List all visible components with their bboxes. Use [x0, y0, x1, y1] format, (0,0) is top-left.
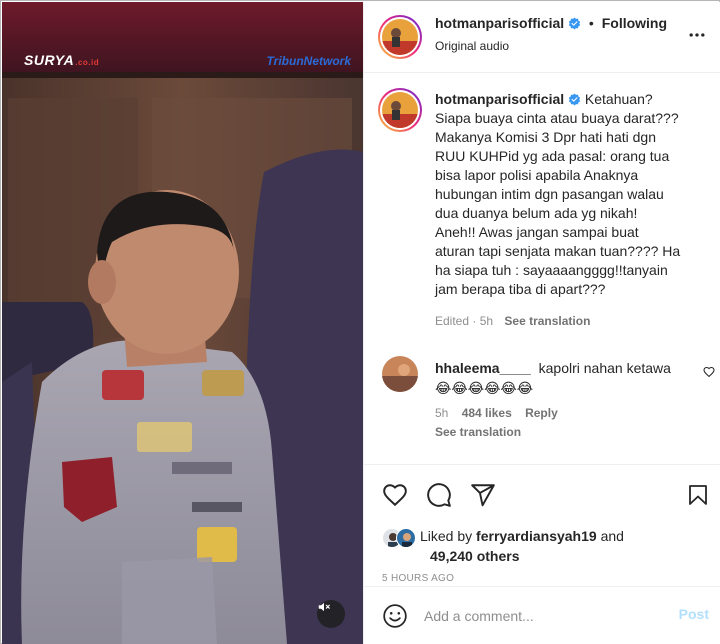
avatar-image: [397, 529, 415, 547]
header-avatar-ring[interactable]: [378, 15, 422, 59]
post-header: hotmanparisofficial • Following Original…: [364, 2, 720, 73]
caption-see-translation[interactable]: See translation: [504, 314, 590, 328]
add-comment-bar: Post: [364, 586, 720, 644]
emoji-icon: [383, 604, 407, 628]
reply-age: 5h: [435, 406, 449, 420]
verified-badge-icon: [568, 93, 581, 106]
header-username-row: hotmanparisofficial • Following: [435, 15, 667, 31]
video-frame-illustration: [2, 2, 363, 644]
caption-text: Ketahuan? Siapa buaya cinta atau buaya d…: [435, 91, 681, 297]
separator-dot: •: [588, 15, 594, 31]
reply-meta: 5h 484 likes Reply: [435, 406, 558, 420]
comment-input[interactable]: [424, 605, 654, 627]
avatar-image: [382, 92, 418, 128]
surya-logo-suffix: .co.id: [75, 58, 100, 67]
post-timestamp: 5 HOURS AGO: [382, 573, 455, 584]
liked-by-avatar-2: [396, 528, 416, 548]
instagram-post-modal: SURYA.co.id TribunNetwork hotmanparisoff…: [0, 0, 720, 644]
comment-button[interactable]: [426, 482, 452, 511]
reply-see-translation[interactable]: See translation: [435, 425, 521, 439]
more-options-icon: [689, 33, 705, 37]
like-button[interactable]: [382, 482, 408, 511]
tribun-network-logo: TribunNetwork: [267, 54, 351, 68]
surya-logo: SURYA.co.id: [24, 52, 99, 68]
emoji-button[interactable]: [382, 603, 408, 632]
caption-edited-time: Edited · 5h: [435, 314, 494, 328]
small-heart-icon[interactable]: [703, 366, 715, 378]
post-actions: Liked by ferryardiansyah19 and 49,240 ot…: [364, 466, 720, 586]
avatar-image: [382, 356, 418, 392]
original-audio-link[interactable]: Original audio: [435, 39, 509, 53]
share-button[interactable]: [470, 482, 496, 511]
caption-avatar-ring[interactable]: [378, 88, 422, 132]
caption-avatar: [382, 92, 418, 128]
post-comment-button[interactable]: Post: [679, 606, 709, 622]
others-count[interactable]: 49,240 others: [430, 548, 520, 564]
heart-icon: [383, 484, 407, 507]
volume-mute-icon: [318, 602, 330, 612]
likes-count[interactable]: 49,240 others: [430, 547, 520, 566]
liked-by-text: Liked by ferryardiansyah19 and: [420, 527, 624, 546]
liked-by-avatars: [382, 528, 420, 550]
reply-text: kapolri nahan ketawa: [538, 360, 671, 376]
following-button[interactable]: Following: [602, 15, 667, 31]
post-details-panel: hotmanparisofficial • Following Original…: [363, 2, 720, 644]
reply-comment: hhaleema____ kapolri nahan ketawa 😂😂😂😂😂😂: [435, 359, 695, 398]
header-username[interactable]: hotmanparisofficial: [435, 15, 564, 31]
caption-meta: Edited · 5h See translation: [435, 314, 590, 328]
share-icon: [471, 484, 495, 507]
caption-username[interactable]: hotmanparisofficial: [435, 91, 564, 107]
reply-avatar[interactable]: [382, 356, 418, 392]
reply-emojis: 😂😂😂😂😂😂: [435, 380, 534, 396]
reply-button[interactable]: Reply: [525, 406, 558, 420]
surya-logo-text: SURYA: [24, 52, 75, 68]
avatar-image: [382, 19, 418, 55]
post-caption: hotmanparisofficial Ketahuan? Siapa buay…: [435, 90, 707, 299]
post-video[interactable]: SURYA.co.id TribunNetwork: [2, 2, 363, 644]
liked-by-and: and: [600, 528, 624, 544]
reply-translation: See translation: [435, 425, 521, 439]
reply-likes[interactable]: 484 likes: [462, 406, 512, 420]
reply-username[interactable]: hhaleema____: [435, 360, 531, 376]
liked-by-prefix: Liked by: [420, 528, 473, 544]
verified-badge-icon: [568, 17, 581, 30]
tribun-logo-text: TribunNetwork: [266, 54, 351, 68]
save-button[interactable]: [686, 482, 710, 511]
volume-mute-button[interactable]: [317, 600, 345, 628]
comments-section[interactable]: hotmanparisofficial Ketahuan? Siapa buay…: [364, 74, 720, 465]
comment-icon: [427, 483, 451, 507]
header-avatar: [382, 19, 418, 55]
liked-by-user[interactable]: ferryardiansyah19: [476, 528, 597, 544]
more-options-button[interactable]: [687, 25, 707, 48]
save-icon: [689, 485, 707, 505]
